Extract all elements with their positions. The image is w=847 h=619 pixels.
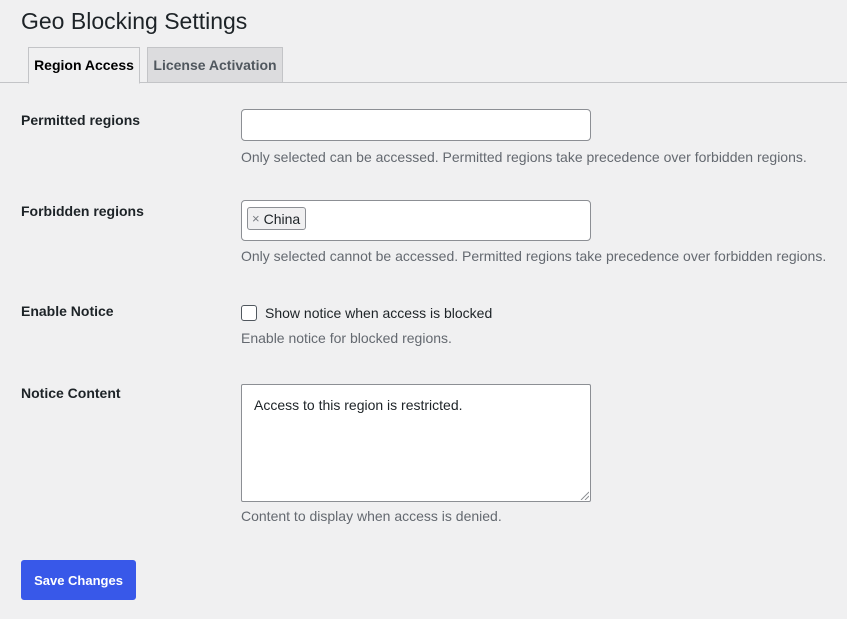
show-notice-checkbox-label[interactable]: Show notice when access is blocked [265,303,492,323]
tab-region-access[interactable]: Region Access [28,47,140,84]
permitted-regions-label: Permitted regions [21,112,141,128]
forbidden-regions-description: Only selected cannot be accessed. Permit… [241,248,827,264]
region-tag-label: China [263,210,301,227]
notice-content-description: Content to display when access is denied… [241,508,502,524]
resize-grip-icon[interactable] [580,491,589,500]
remove-tag-icon[interactable]: × [252,212,260,225]
forbidden-regions-label: Forbidden regions [21,203,144,219]
notice-content-label: Notice Content [21,385,121,401]
tab-bar: Region Access License Activation [0,47,847,84]
permitted-regions-description: Only selected can be accessed. Permitted… [241,149,807,165]
settings-page: Geo Blocking Settings Region Access Lice… [0,0,847,619]
forbidden-regions-select[interactable]: × China [241,200,591,241]
enable-notice-label: Enable Notice [21,303,114,319]
show-notice-checkbox[interactable] [241,305,257,321]
notice-content-textarea[interactable]: Access to this region is restricted. [241,384,591,502]
save-changes-button[interactable]: Save Changes [21,560,136,600]
notice-content-text: Access to this region is restricted. [254,397,463,413]
region-tag: × China [247,207,307,230]
permitted-regions-input[interactable] [241,109,591,141]
page-title: Geo Blocking Settings [21,8,248,34]
tab-license-activation[interactable]: License Activation [147,47,283,83]
enable-notice-description: Enable notice for blocked regions. [241,330,452,346]
